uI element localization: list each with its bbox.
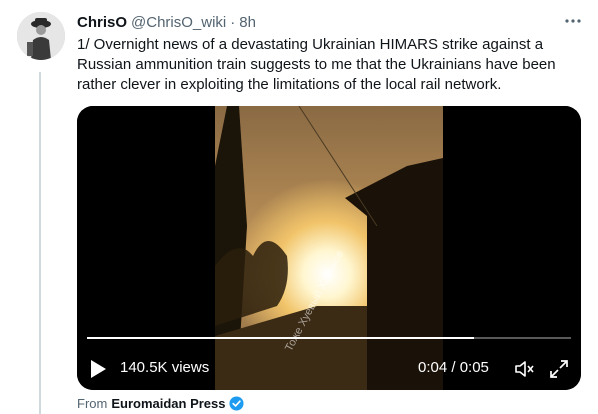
avatar-image bbox=[17, 12, 65, 60]
video-progress-fill bbox=[87, 337, 475, 339]
speaker-muted-icon[interactable] bbox=[513, 358, 535, 380]
video-frame: Тоже Хуевый Харьков bbox=[77, 106, 581, 390]
avatar[interactable] bbox=[17, 12, 65, 60]
video-controls: 140.5K views 0:04 / 0:05 bbox=[77, 350, 581, 386]
video-time: 0:04 / 0:05 bbox=[418, 359, 489, 376]
source-attribution: From Euromaidan Press bbox=[77, 396, 244, 411]
more-options-button[interactable] bbox=[562, 10, 584, 32]
video-player[interactable]: Тоже Хуевый Харьков 140.5K views 0:04 / … bbox=[77, 106, 581, 390]
fullscreen-icon[interactable] bbox=[548, 358, 570, 380]
thread-connector-line bbox=[39, 72, 41, 414]
verified-badge-icon bbox=[228, 396, 244, 411]
more-dots-icon bbox=[565, 19, 581, 23]
author-name[interactable]: ChrisO bbox=[77, 14, 127, 31]
source-prefix: From bbox=[77, 396, 108, 411]
header-separator: · bbox=[230, 13, 236, 31]
author-handle[interactable]: @ChrisO_wiki bbox=[131, 14, 226, 31]
source-name-link[interactable]: Euromaidan Press bbox=[111, 396, 225, 411]
tweet-timestamp[interactable]: 8h bbox=[239, 14, 256, 31]
view-count: 140.5K views bbox=[120, 359, 210, 376]
tweet-header: ChrisO @ChrisO_wiki · 8h bbox=[77, 12, 256, 32]
play-icon[interactable] bbox=[89, 359, 107, 379]
tweet-text: 1/ Overnight news of a devastating Ukrai… bbox=[77, 36, 556, 93]
video-progress-bar[interactable] bbox=[87, 337, 571, 339]
